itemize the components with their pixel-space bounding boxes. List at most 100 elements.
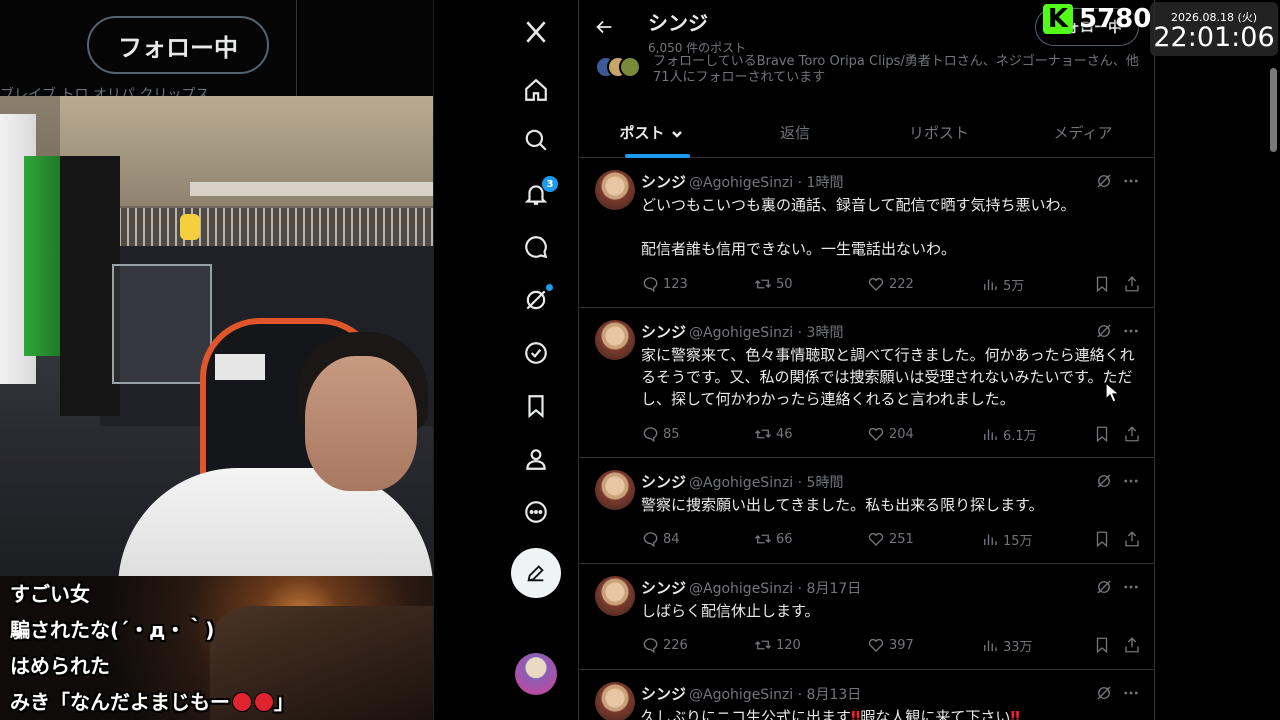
x-app-window: 3 シンジ 6,050 件のポスト フォロー中 フォローしているBrave To… bbox=[433, 0, 1280, 720]
grok-icon[interactable] bbox=[1095, 172, 1115, 192]
profile-timeline: シンジ 6,050 件のポスト フォロー中 フォローしているBrave Toro… bbox=[578, 0, 1155, 720]
back-button[interactable] bbox=[593, 16, 615, 38]
avatar[interactable] bbox=[595, 682, 635, 720]
bookmark-icon[interactable] bbox=[520, 390, 552, 422]
share-button[interactable] bbox=[1123, 634, 1145, 656]
bookmark-button[interactable] bbox=[1093, 634, 1115, 656]
repost-button[interactable]: 50 bbox=[754, 273, 793, 295]
account-avatar[interactable] bbox=[515, 653, 557, 695]
avatar[interactable] bbox=[595, 576, 635, 616]
webcam-feed bbox=[0, 96, 433, 576]
profile-icon[interactable] bbox=[520, 443, 552, 475]
views-button[interactable]: 6.1万 bbox=[981, 423, 1037, 445]
post[interactable]: シンジ @AgohigeSinzi · 8月13日 久しぶりにニコ生公式に出ます‼… bbox=[579, 670, 1154, 720]
like-count: 204 bbox=[889, 426, 914, 442]
home-icon[interactable] bbox=[520, 74, 552, 106]
post[interactable]: シンジ @AgohigeSinzi · 1時間 どいつもこいつも裏の通話、録音して… bbox=[579, 158, 1154, 308]
repost-button[interactable]: 46 bbox=[754, 423, 793, 445]
like-button[interactable]: 222 bbox=[867, 273, 914, 295]
bookmark-button[interactable] bbox=[1093, 423, 1115, 445]
reply-button[interactable]: 84 bbox=[641, 528, 680, 550]
more-icon[interactable] bbox=[1122, 684, 1142, 704]
angry-face-icon bbox=[232, 692, 252, 712]
reply-button[interactable]: 226 bbox=[641, 634, 688, 656]
bookmark-icon bbox=[1093, 275, 1111, 293]
plush-toy bbox=[180, 214, 200, 240]
like-button[interactable]: 397 bbox=[867, 634, 914, 656]
post-author-name[interactable]: シンジ bbox=[641, 173, 686, 191]
post-author-name[interactable]: シンジ bbox=[641, 579, 686, 597]
post[interactable]: シンジ @AgohigeSinzi · 8月17日 しばらく配信休止します。 22… bbox=[579, 564, 1154, 670]
share-icon bbox=[1123, 275, 1141, 293]
repost-count: 120 bbox=[776, 637, 801, 653]
post-author-name[interactable]: シンジ bbox=[641, 323, 686, 341]
like-button[interactable]: 204 bbox=[867, 423, 914, 445]
chat-bubble-icon[interactable] bbox=[520, 231, 552, 263]
tab-replies[interactable]: 返信 bbox=[723, 106, 867, 158]
post-author-name[interactable]: シンジ bbox=[641, 473, 686, 491]
views-button[interactable]: 33万 bbox=[981, 634, 1033, 656]
repost-button[interactable]: 66 bbox=[754, 528, 793, 550]
reply-icon bbox=[641, 636, 659, 654]
share-button[interactable] bbox=[1123, 273, 1145, 295]
post-handle-time[interactable]: @AgohigeSinzi · 8月17日 bbox=[689, 581, 861, 597]
reply-button[interactable]: 85 bbox=[641, 423, 680, 445]
tab-posts[interactable]: ポスト bbox=[579, 106, 723, 158]
views-button[interactable]: 5万 bbox=[981, 273, 1024, 295]
bookmark-button[interactable] bbox=[1093, 528, 1115, 550]
bookmark-icon bbox=[1093, 636, 1111, 654]
avatar[interactable] bbox=[595, 470, 635, 510]
post[interactable]: シンジ @AgohigeSinzi · 5時間 警察に捜索願い出してきました。私も… bbox=[579, 458, 1154, 564]
heart-icon bbox=[867, 636, 885, 654]
repost-icon bbox=[754, 275, 772, 293]
reply-count: 85 bbox=[663, 426, 680, 442]
x-logo-icon[interactable] bbox=[520, 16, 552, 48]
like-button[interactable]: 251 bbox=[867, 528, 914, 550]
views-button[interactable]: 15万 bbox=[981, 528, 1033, 550]
shelf-bar bbox=[190, 182, 433, 196]
search-icon[interactable] bbox=[520, 124, 552, 156]
double-exclamation-emoji: ‼ bbox=[1010, 708, 1020, 720]
repost-icon bbox=[754, 636, 772, 654]
scrollbar[interactable] bbox=[1268, 58, 1278, 720]
compose-post-button[interactable] bbox=[511, 548, 561, 598]
post-handle-time[interactable]: @AgohigeSinzi · 3時間 bbox=[689, 325, 843, 341]
share-button[interactable] bbox=[1123, 528, 1145, 550]
profile-tabs: ポスト 返信 リポスト メディア bbox=[579, 106, 1154, 158]
tab-reposts[interactable]: リポスト bbox=[867, 106, 1011, 158]
grok-icon[interactable] bbox=[1095, 472, 1115, 492]
share-icon bbox=[1123, 425, 1141, 443]
avatar[interactable] bbox=[595, 320, 635, 360]
scrollbar-thumb[interactable] bbox=[1270, 68, 1277, 152]
bookmark-icon bbox=[1093, 425, 1111, 443]
post-header: シンジ @AgohigeSinzi · 1時間 bbox=[641, 171, 843, 192]
repost-count: 50 bbox=[776, 276, 793, 292]
more-icon[interactable] bbox=[1122, 472, 1142, 492]
repost-button[interactable]: 120 bbox=[754, 634, 801, 656]
post-handle-time[interactable]: @AgohigeSinzi · 1時間 bbox=[689, 175, 843, 191]
grok-icon[interactable] bbox=[1095, 578, 1115, 598]
like-count: 397 bbox=[889, 637, 914, 653]
avatar[interactable] bbox=[595, 170, 635, 210]
post[interactable]: シンジ @AgohigeSinzi · 3時間 家に警察来て、色々事情聴取と調べて… bbox=[579, 308, 1154, 458]
post-handle-time[interactable]: @AgohigeSinzi · 8月13日 bbox=[689, 687, 861, 703]
more-circle-icon[interactable] bbox=[520, 496, 552, 528]
more-icon[interactable] bbox=[1122, 578, 1142, 598]
more-icon[interactable] bbox=[1122, 172, 1142, 192]
post-text: 警察に捜索願い出してきました。私も出来る限り探します。 bbox=[641, 496, 1044, 514]
tab-media[interactable]: メディア bbox=[1011, 106, 1154, 158]
bookmark-button[interactable] bbox=[1093, 273, 1115, 295]
bar-chart-icon bbox=[981, 275, 999, 293]
grok-icon[interactable] bbox=[1095, 684, 1115, 704]
share-button[interactable] bbox=[1123, 423, 1145, 445]
angry-face-icon bbox=[254, 692, 274, 712]
post-author-name[interactable]: シンジ bbox=[641, 685, 686, 703]
reply-button[interactable]: 123 bbox=[641, 273, 688, 295]
grok-icon[interactable] bbox=[1095, 322, 1115, 342]
followers-you-know[interactable]: フォローしているBrave Toro Oripa Clips/勇者トロさん、ネジ… bbox=[595, 54, 1154, 88]
verified-check-icon[interactable] bbox=[520, 337, 552, 369]
repost-icon bbox=[754, 530, 772, 548]
repost-count: 46 bbox=[776, 426, 793, 442]
more-icon[interactable] bbox=[1122, 322, 1142, 342]
post-handle-time[interactable]: @AgohigeSinzi · 5時間 bbox=[689, 475, 843, 491]
